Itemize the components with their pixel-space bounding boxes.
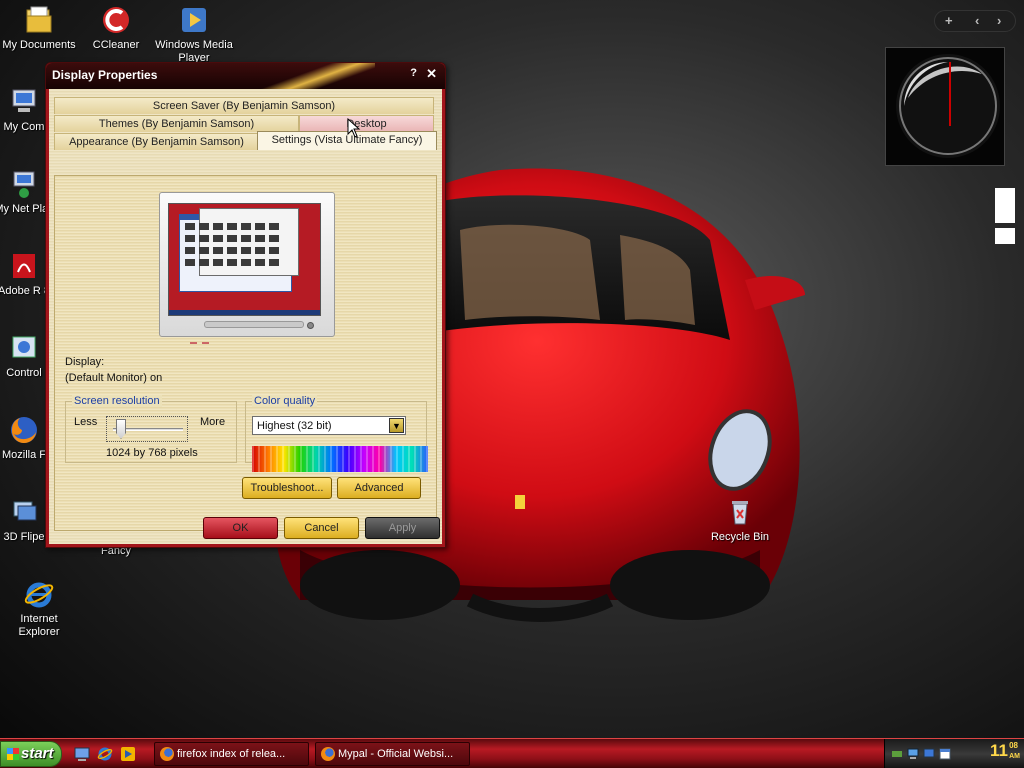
system-tray: 11 08 AM (884, 739, 1024, 768)
computer-icon (8, 86, 40, 118)
tab-desktop[interactable]: Desktop (299, 115, 434, 132)
taskbar-button-label: firefox index of relea... (177, 748, 286, 760)
desktop-icon-recycle-bin[interactable]: Recycle Bin (701, 496, 779, 544)
apply-button[interactable]: Apply (365, 517, 440, 539)
flip-3d-icon (8, 496, 40, 528)
title-bar[interactable]: Display Properties ? ✕ (46, 63, 445, 89)
media-player-icon (178, 4, 210, 36)
desktop-icon-label: Recycle Bin (710, 531, 770, 543)
monitor-screen (168, 203, 321, 316)
desktop-icon-internet-explorer[interactable]: Internet Explorer (0, 578, 78, 639)
network-icon[interactable] (907, 748, 919, 760)
desktop-icon-label: Internet Explorer (18, 613, 60, 638)
desktop-icon-windows-media-player[interactable]: Windows Media Player (155, 4, 233, 65)
clock-ampm: AM (1009, 753, 1020, 760)
sidebar-tabs[interactable] (995, 188, 1015, 249)
dialog-title: Display Properties (52, 68, 158, 82)
dialog-client-area: Screen Saver (By Benjamin Samson) Themes… (49, 89, 442, 544)
add-gadget-icon[interactable]: + (945, 13, 953, 28)
tab-themes[interactable]: Themes (By Benjamin Samson) (54, 115, 299, 132)
firefox-icon (160, 747, 174, 761)
less-label: Less (74, 416, 98, 428)
more-label: More (200, 416, 226, 428)
adobe-reader-icon (8, 250, 40, 282)
display-value: (Default Monitor) on (65, 372, 163, 384)
show-desktop-icon[interactable] (74, 746, 90, 762)
firefox-icon (321, 747, 335, 761)
taskbar-button[interactable]: Mypal - Official Websi... (315, 742, 470, 766)
start-button[interactable]: start (0, 741, 62, 767)
safely-remove-hardware-icon[interactable] (891, 748, 903, 760)
color-quality-select[interactable]: Highest (32 bit) ▼ (252, 416, 406, 435)
ccleaner-icon (100, 4, 132, 36)
desktop-icon-my-documents[interactable]: My Documents (0, 4, 78, 52)
clock-gadget[interactable] (885, 47, 1005, 166)
monitor-preview (159, 192, 335, 337)
color-quality-group: Color quality Highest (32 bit) ▼ (245, 395, 428, 472)
slider-thumb[interactable] (116, 419, 126, 439)
previous-icon[interactable]: ‹ (975, 13, 979, 28)
next-icon[interactable]: › (997, 13, 1001, 28)
chevron-down-icon[interactable]: ▼ (389, 418, 404, 433)
display-label: Display: (65, 356, 105, 368)
color-quality-value: Highest (32 bit) (257, 420, 332, 432)
taskbar-button-label: Mypal - Official Websi... (338, 748, 454, 760)
troubleshoot-button[interactable]: Troubleshoot... (242, 477, 332, 499)
desktop-icon-label: My Documents (2, 39, 76, 51)
windows-logo-icon (7, 748, 19, 760)
ok-button[interactable]: OK (203, 517, 278, 539)
cancel-button[interactable]: Cancel (284, 517, 359, 539)
desktop-icon-ccleaner[interactable]: CCleaner (77, 4, 155, 52)
display-properties-dialog: Display Properties ? ✕ Screen Saver (By … (45, 62, 446, 548)
tab-screen-saver[interactable]: Screen Saver (By Benjamin Samson) (54, 97, 434, 114)
clock-minutes: 08 (1009, 741, 1018, 750)
taskbar-button[interactable]: firefox index of relea... (154, 742, 309, 766)
sidebar-controls: + ‹ › (934, 10, 1016, 32)
calendar-icon[interactable] (939, 748, 951, 760)
close-button[interactable]: ✕ (426, 66, 437, 82)
color-quality-title: Color quality (252, 395, 318, 407)
screen-resolution-title: Screen resolution (72, 395, 162, 407)
resolution-value: 1024 by 768 pixels (106, 447, 198, 459)
settings-panel: Display: (Default Monitor) on Screen res… (54, 175, 437, 531)
help-button[interactable]: ? (410, 67, 417, 79)
advanced-button[interactable]: Advanced (337, 477, 421, 499)
screen-resolution-group: Screen resolution Less More 1024 by 768 … (65, 395, 237, 463)
media-player-icon[interactable] (120, 746, 136, 762)
clock-hour[interactable]: 11 (990, 741, 1008, 761)
recycle-bin-icon (724, 496, 756, 528)
tab-appearance[interactable]: Appearance (By Benjamin Samson) (54, 133, 259, 150)
taskbar: start firefox index of relea... Mypal - … (0, 738, 1024, 768)
color-spectrum-bar (252, 446, 428, 472)
desktop-icon-label: CCleaner (92, 39, 140, 51)
folder-icon (23, 4, 55, 36)
internet-explorer-icon (23, 578, 55, 610)
internet-explorer-icon[interactable] (97, 746, 113, 762)
resolution-slider[interactable] (106, 416, 188, 442)
firefox-icon (8, 414, 40, 446)
power-led-icon (307, 322, 314, 329)
monitor-icon[interactable] (923, 748, 935, 760)
network-icon (8, 168, 40, 200)
control-panel-icon (8, 332, 40, 364)
mouse-cursor-icon (347, 118, 361, 138)
